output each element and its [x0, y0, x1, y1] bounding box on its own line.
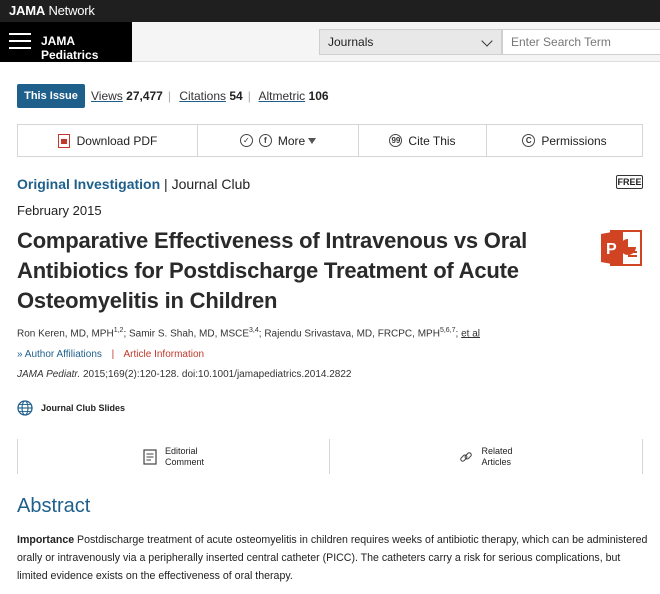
- journal-brand-block: JAMA Pediatrics: [0, 22, 132, 62]
- author-name[interactable]: Ron Keren, MD, MPH: [17, 328, 114, 339]
- article-type: Original Investigation | Journal Club: [17, 176, 251, 192]
- link-icon: [460, 451, 473, 462]
- author-list: Ron Keren, MD, MPH1,2; Samir S. Shah, MD…: [17, 327, 480, 340]
- jama-network-logo[interactable]: JAMA Network: [9, 3, 95, 18]
- citations-count: 54: [229, 89, 243, 103]
- search-input[interactable]: [502, 29, 660, 55]
- author-affiliations-link[interactable]: Author Affiliations: [25, 349, 102, 360]
- free-badge: FREE: [616, 175, 643, 189]
- citation-line: JAMA Pediatr. 2015;169(2):120-128. doi:1…: [17, 369, 352, 380]
- cite-this-button[interactable]: 99 Cite This: [359, 125, 487, 156]
- abstract-importance: Importance Postdischarge treatment of ac…: [17, 531, 649, 585]
- twitter-icon[interactable]: ✓: [239, 134, 253, 147]
- views-count: 27,477: [126, 89, 163, 103]
- journals-dropdown[interactable]: Journals: [319, 29, 502, 55]
- importance-text: Postdischarge treatment of acute osteomy…: [17, 534, 648, 582]
- network-bar: JAMA Network: [0, 0, 660, 22]
- author-name[interactable]: Samir S. Shah, MD, MSCE: [129, 328, 249, 339]
- publication-date: February 2015: [17, 203, 102, 218]
- copyright-icon: C: [522, 134, 536, 147]
- facebook-icon[interactable]: f: [258, 134, 272, 147]
- journal-header: JAMA Pediatrics Journals: [0, 22, 660, 62]
- abstract-heading: Abstract: [17, 495, 91, 517]
- et-al-link[interactable]: et al: [461, 328, 480, 339]
- download-pdf-button[interactable]: Download PDF: [18, 125, 198, 156]
- powerpoint-icon[interactable]: P: [601, 229, 643, 267]
- journals-dropdown-value: Journals: [328, 35, 374, 49]
- globe-icon: [17, 400, 33, 416]
- caret-down-icon: [308, 137, 317, 144]
- author-name[interactable]: Rajendu Srivastava, MD, FRCPC, MPH: [264, 328, 440, 339]
- permissions-button[interactable]: C Permissions: [487, 125, 642, 156]
- permissions-label: Permissions: [541, 133, 607, 148]
- journal-name[interactable]: JAMA Pediatrics: [41, 34, 132, 62]
- editorial-comment-link[interactable]: Editorial Comment: [18, 439, 330, 474]
- citations-link[interactable]: Citations: [179, 89, 226, 103]
- cite-this-label: Cite This: [408, 133, 456, 148]
- chevron-down-icon: [481, 35, 493, 47]
- this-issue-button[interactable]: This Issue: [17, 84, 85, 108]
- altmetric-link[interactable]: Altmetric: [259, 89, 306, 103]
- related-label: Related: [481, 445, 513, 456]
- quote-icon: 99: [389, 134, 403, 147]
- article-toolbar: Download PDF ✓ f More 99 Cite This C Per…: [17, 124, 643, 157]
- journal-club-label: Journal Club: [171, 176, 251, 192]
- citation-details: 2015;169(2):120-128. doi:10.1001/jamaped…: [80, 369, 352, 380]
- articles-label: Articles: [481, 456, 511, 467]
- editorial-label: Editorial: [164, 445, 198, 456]
- journal-club-slides-link[interactable]: Journal Club Slides: [17, 400, 125, 416]
- double-chevron-right-icon: »: [17, 349, 23, 360]
- importance-label: Importance: [17, 534, 75, 546]
- hamburger-menu-icon[interactable]: [9, 33, 31, 51]
- original-investigation-link[interactable]: Original Investigation: [17, 176, 160, 192]
- journal-club-slides-label: Journal Club Slides: [41, 403, 126, 413]
- altmetric-count: 106: [308, 89, 329, 103]
- more-label: More: [277, 133, 306, 148]
- comment-label: Comment: [164, 456, 204, 467]
- more-share-button[interactable]: ✓ f More: [198, 125, 359, 156]
- article-metrics: Views 27,477 | Citations 54 | Altmetric 10…: [91, 89, 329, 103]
- related-articles-link[interactable]: Related Articles: [330, 439, 642, 474]
- document-icon: [143, 448, 157, 465]
- article-meta-links: » Author Affiliations | Article Informat…: [17, 349, 205, 360]
- download-pdf-label: Download PDF: [76, 133, 158, 148]
- citation-journal: JAMA Pediatr.: [17, 369, 81, 380]
- views-link[interactable]: Views: [91, 89, 123, 103]
- related-content-box: Editorial Comment Related Articles: [17, 439, 643, 474]
- article-information-link[interactable]: Article Information: [124, 349, 205, 360]
- article-title: Comparative Effectiveness of Intravenous…: [17, 228, 528, 313]
- svg-text:P: P: [606, 241, 617, 258]
- pdf-icon: [57, 133, 70, 148]
